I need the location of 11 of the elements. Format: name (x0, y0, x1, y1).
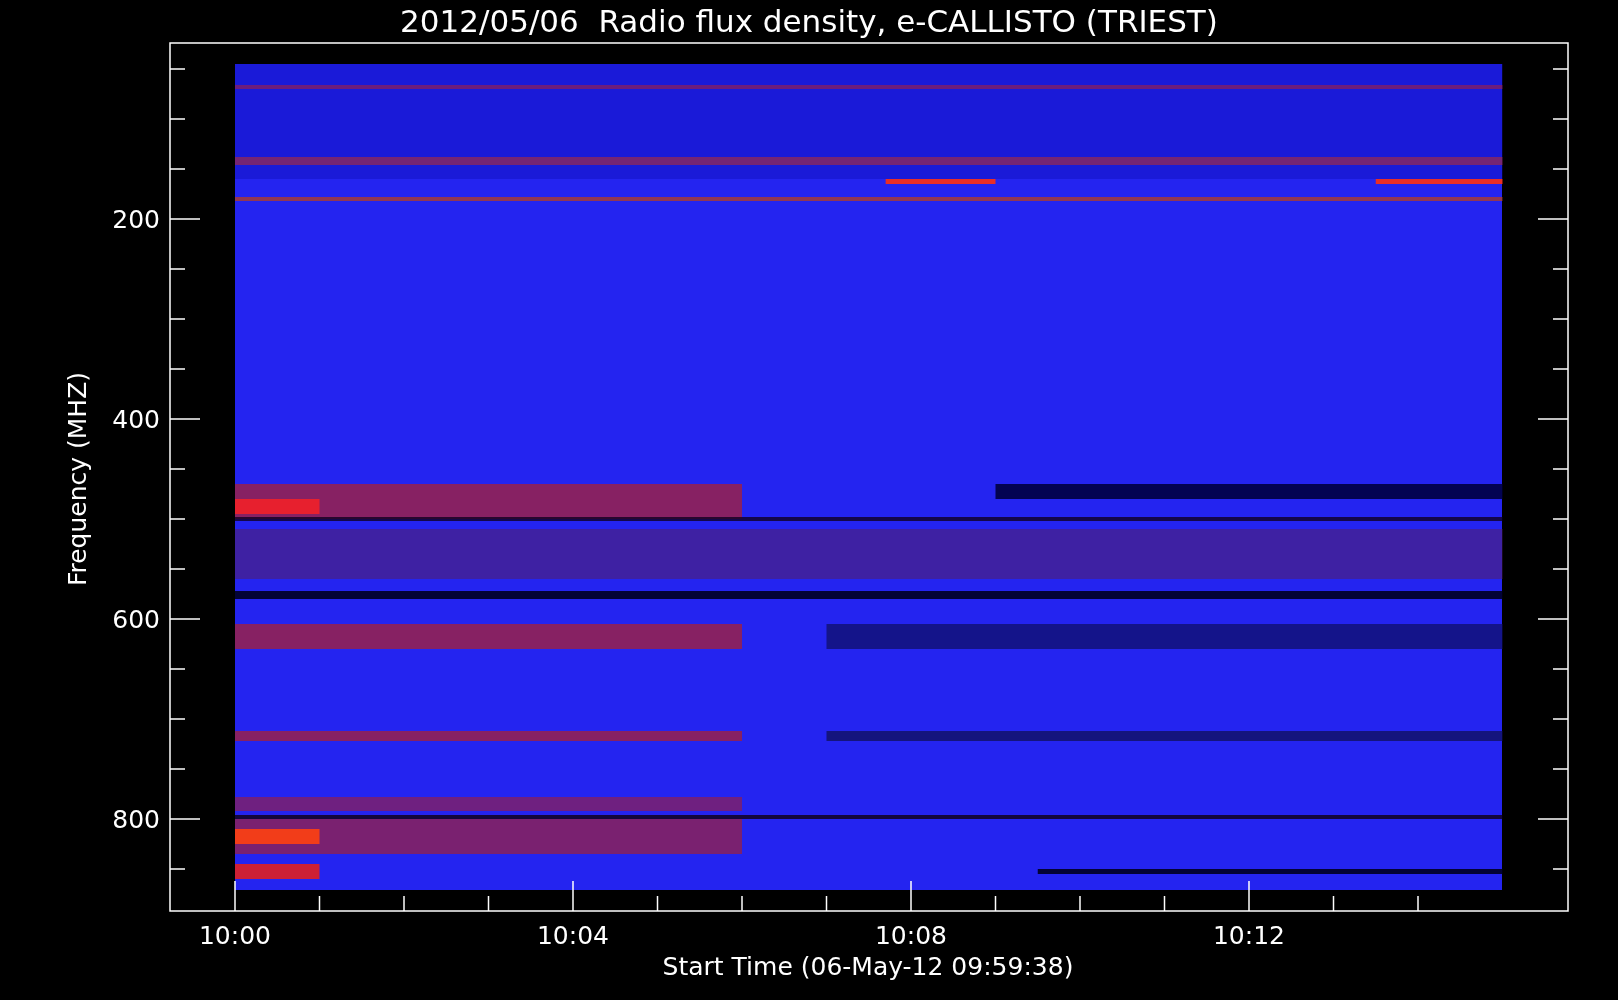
y-tick-label: 800 (112, 805, 160, 834)
x-tick-label: 10:04 (537, 921, 609, 950)
chart-title: 2012/05/06 Radio flux density, e-CALLISTO (TRIEST) (400, 3, 1218, 39)
x-tick-label: 10:08 (875, 921, 947, 950)
y-tick-label: 400 (112, 405, 160, 434)
x-tick-label: 10:12 (1213, 921, 1285, 950)
y-axis-label: Frequency (MHZ) (63, 371, 92, 587)
y-tick-label: 600 (112, 605, 160, 634)
x-tick-label: 10:00 (199, 921, 271, 950)
y-tick-label: 200 (112, 205, 160, 234)
x-axis-label: Start Time (06-May-12 09:59:38) (662, 952, 1074, 981)
